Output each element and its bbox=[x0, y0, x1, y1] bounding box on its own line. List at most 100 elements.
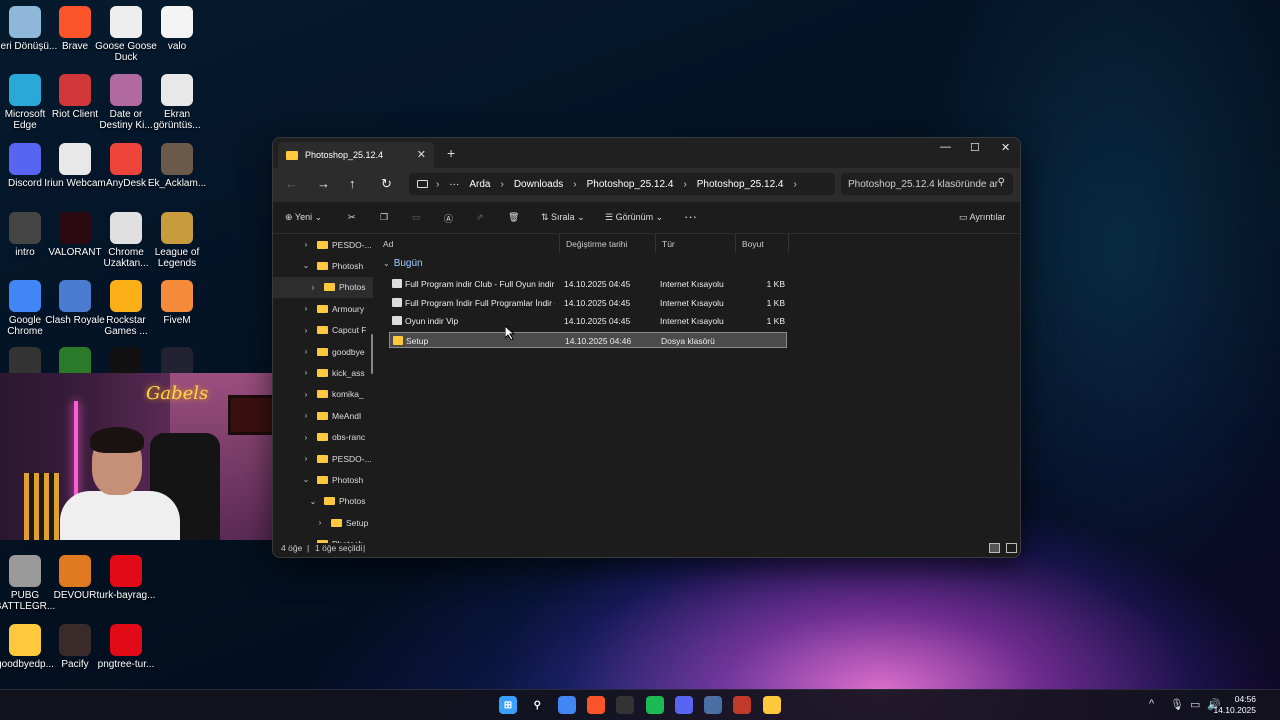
back-button[interactable]: ← bbox=[285, 176, 298, 191]
nav-pane-item[interactable]: › komika_ bbox=[273, 384, 373, 405]
search-input[interactable]: Photoshop_25.12.4 klasöründe ar ⚲ bbox=[841, 173, 1013, 195]
nav-pane-item[interactable]: › Photos bbox=[273, 276, 373, 298]
obs-icon[interactable] bbox=[616, 696, 635, 714]
copy-icon[interactable]: ❐ bbox=[380, 212, 388, 223]
search-icon[interactable]: ⚲ bbox=[528, 696, 546, 714]
nav-pane-item[interactable]: › PESDO-... bbox=[273, 448, 373, 469]
chevron-down-icon[interactable]: ⌄ bbox=[301, 261, 311, 270]
title-bar[interactable]: Photoshop_25.12.4 ✕ + — ☐ ✕ bbox=[273, 138, 1020, 168]
column-header-type[interactable]: Tür bbox=[656, 234, 736, 253]
chrome-icon[interactable] bbox=[557, 696, 576, 714]
chevron-down-icon[interactable]: ⌄ bbox=[308, 497, 318, 506]
file-date: 14.10.2025 04:45 bbox=[564, 279, 631, 289]
breadcrumb-item[interactable]: Photoshop_25.12.4 bbox=[587, 179, 674, 190]
delete-icon[interactable]: 🗑 bbox=[508, 212, 519, 223]
breadcrumb-item[interactable]: Downloads bbox=[514, 179, 563, 190]
desktop-icon[interactable]: League of Legends bbox=[144, 212, 210, 269]
file-explorer-icon[interactable] bbox=[762, 696, 781, 714]
brave-icon[interactable] bbox=[586, 696, 605, 714]
desktop-icon[interactable]: valo bbox=[144, 6, 210, 52]
app-icon[interactable] bbox=[733, 696, 752, 714]
tab-photoshop[interactable]: Photoshop_25.12.4 ✕ bbox=[278, 142, 434, 168]
chevron-right-icon[interactable]: › bbox=[301, 368, 311, 377]
minimize-button[interactable]: — bbox=[940, 141, 951, 153]
file-type: Internet Kısayolu bbox=[660, 279, 724, 289]
chevron-right-icon[interactable]: › bbox=[301, 326, 311, 335]
column-header-name[interactable]: Ad bbox=[377, 234, 560, 253]
new-button[interactable]: ⊕ Yeni ⌄ bbox=[285, 212, 322, 223]
chevron-right-icon[interactable]: › bbox=[301, 347, 311, 356]
file-row[interactable]: Setup 14.10.2025 04:46 Dosya klasörü bbox=[389, 331, 787, 348]
details-pane-button[interactable]: ▭ Ayrıntılar bbox=[959, 212, 1005, 223]
discord-icon[interactable] bbox=[674, 696, 693, 714]
chevron-right-icon[interactable]: › bbox=[436, 179, 439, 190]
desktop-icon[interactable]: FiveM bbox=[144, 280, 210, 326]
close-tab-icon[interactable]: ✕ bbox=[417, 148, 426, 161]
nav-pane-item[interactable]: › PESDO-... bbox=[273, 234, 373, 255]
sort-button[interactable]: ⇅ Sırala ⌄ bbox=[541, 212, 585, 223]
rename-icon[interactable]: Ⓐ bbox=[444, 212, 453, 225]
chevron-right-icon[interactable]: › bbox=[301, 240, 311, 249]
network-icon[interactable]: ▭ bbox=[1190, 698, 1200, 711]
nav-pane-item[interactable]: › Armoury bbox=[273, 298, 373, 319]
forward-button[interactable]: → bbox=[317, 176, 330, 191]
file-row[interactable]: Full Program indir Club - Full Oyun indi… bbox=[389, 276, 787, 292]
clock[interactable]: 04:56 14.10.2025 bbox=[1213, 694, 1256, 716]
maximize-button[interactable]: ☐ bbox=[970, 141, 980, 154]
start-icon[interactable]: ⊞ bbox=[499, 696, 517, 714]
column-header-size[interactable]: Boyut bbox=[736, 234, 789, 253]
chevron-down-icon[interactable]: ⌄ bbox=[301, 475, 311, 484]
more-options-button[interactable]: ··· bbox=[684, 209, 697, 224]
chevron-right-icon[interactable]: › bbox=[301, 433, 311, 442]
chevron-right-icon[interactable]: › bbox=[573, 179, 576, 190]
cut-icon[interactable]: ✂ bbox=[348, 212, 356, 223]
view-button[interactable]: ☰ Görünüm ⌄ bbox=[605, 212, 663, 223]
file-row[interactable]: Oyun indir Vip 14.10.2025 04:45 Internet K… bbox=[389, 313, 787, 329]
chevron-right-icon[interactable]: › bbox=[301, 454, 311, 463]
nav-pane-item[interactable]: ⌄ Photosh bbox=[273, 255, 373, 276]
up-button[interactable]: ↑ bbox=[349, 176, 356, 191]
column-header-date[interactable]: Değiştirme tarihi bbox=[560, 234, 656, 253]
breadcrumb-item[interactable]: Photoshop_25.12.4 bbox=[697, 179, 784, 190]
paste-icon[interactable]: ▭ bbox=[412, 212, 421, 223]
details-view-icon[interactable] bbox=[989, 543, 1000, 553]
share-icon[interactable]: ⇗ bbox=[476, 212, 484, 223]
chevron-right-icon[interactable]: › bbox=[683, 179, 686, 190]
nav-pane-item[interactable]: › MeAndI bbox=[273, 405, 373, 426]
chevron-right-icon[interactable]: › bbox=[301, 411, 311, 420]
nav-pane-item[interactable]: › kick_ass bbox=[273, 362, 373, 383]
chevron-right-icon[interactable]: › bbox=[308, 283, 318, 292]
nav-pane-item[interactable]: › Capcut F bbox=[273, 320, 373, 341]
close-window-button[interactable]: ✕ bbox=[1001, 141, 1010, 154]
settings-icon[interactable] bbox=[704, 696, 723, 714]
desktop-icon[interactable]: Ek_Acklam... bbox=[144, 143, 210, 189]
chevron-right-icon[interactable]: › bbox=[301, 304, 311, 313]
chevron-right-icon[interactable]: › bbox=[793, 179, 796, 190]
new-tab-button[interactable]: + bbox=[447, 145, 455, 161]
group-header-today[interactable]: ⌄ Bugün bbox=[383, 258, 423, 269]
address-bar[interactable]: › ··· Arda › Downloads › Photoshop_25.12… bbox=[409, 173, 835, 195]
nav-pane-item[interactable]: ⌄ Photosh bbox=[273, 469, 373, 490]
selected-count: 1 öğe seçildi bbox=[315, 543, 363, 553]
nav-pane-item[interactable]: › obs-ranc bbox=[273, 427, 373, 448]
file-row[interactable]: Full Program İndir Full Programlar İndir… bbox=[389, 295, 787, 311]
nav-pane-item[interactable]: ⌄ Photos bbox=[273, 491, 373, 512]
spotify-icon[interactable] bbox=[645, 696, 664, 714]
rockstar-icon bbox=[110, 280, 142, 312]
breadcrumb-item[interactable]: Arda bbox=[469, 179, 490, 190]
nav-pane-item[interactable]: › goodbye bbox=[273, 341, 373, 362]
show-hidden-icons-chevron[interactable]: ^ bbox=[1149, 698, 1154, 710]
breadcrumb-more[interactable]: ··· bbox=[449, 179, 459, 190]
microphone-icon[interactable]: 🎙 bbox=[1170, 698, 1184, 711]
chevron-right-icon[interactable]: › bbox=[301, 390, 311, 399]
chevron-right-icon[interactable]: › bbox=[500, 179, 503, 190]
large-icons-view-icon[interactable] bbox=[1006, 543, 1017, 553]
refresh-button[interactable]: ↻ bbox=[381, 176, 392, 192]
desktop-icon[interactable]: Ekran görüntüs... bbox=[144, 74, 210, 131]
nav-pane-item-label: kick_ass bbox=[332, 367, 365, 378]
chevron-right-icon[interactable]: › bbox=[315, 518, 325, 527]
nav-pane-item[interactable]: › Setup bbox=[273, 512, 373, 533]
nav-pane-item-label: Photosh bbox=[332, 260, 364, 271]
desktop-icon[interactable]: turk-bayrag... bbox=[93, 555, 159, 601]
desktop-icon[interactable]: pngtree-tur... bbox=[93, 624, 159, 670]
